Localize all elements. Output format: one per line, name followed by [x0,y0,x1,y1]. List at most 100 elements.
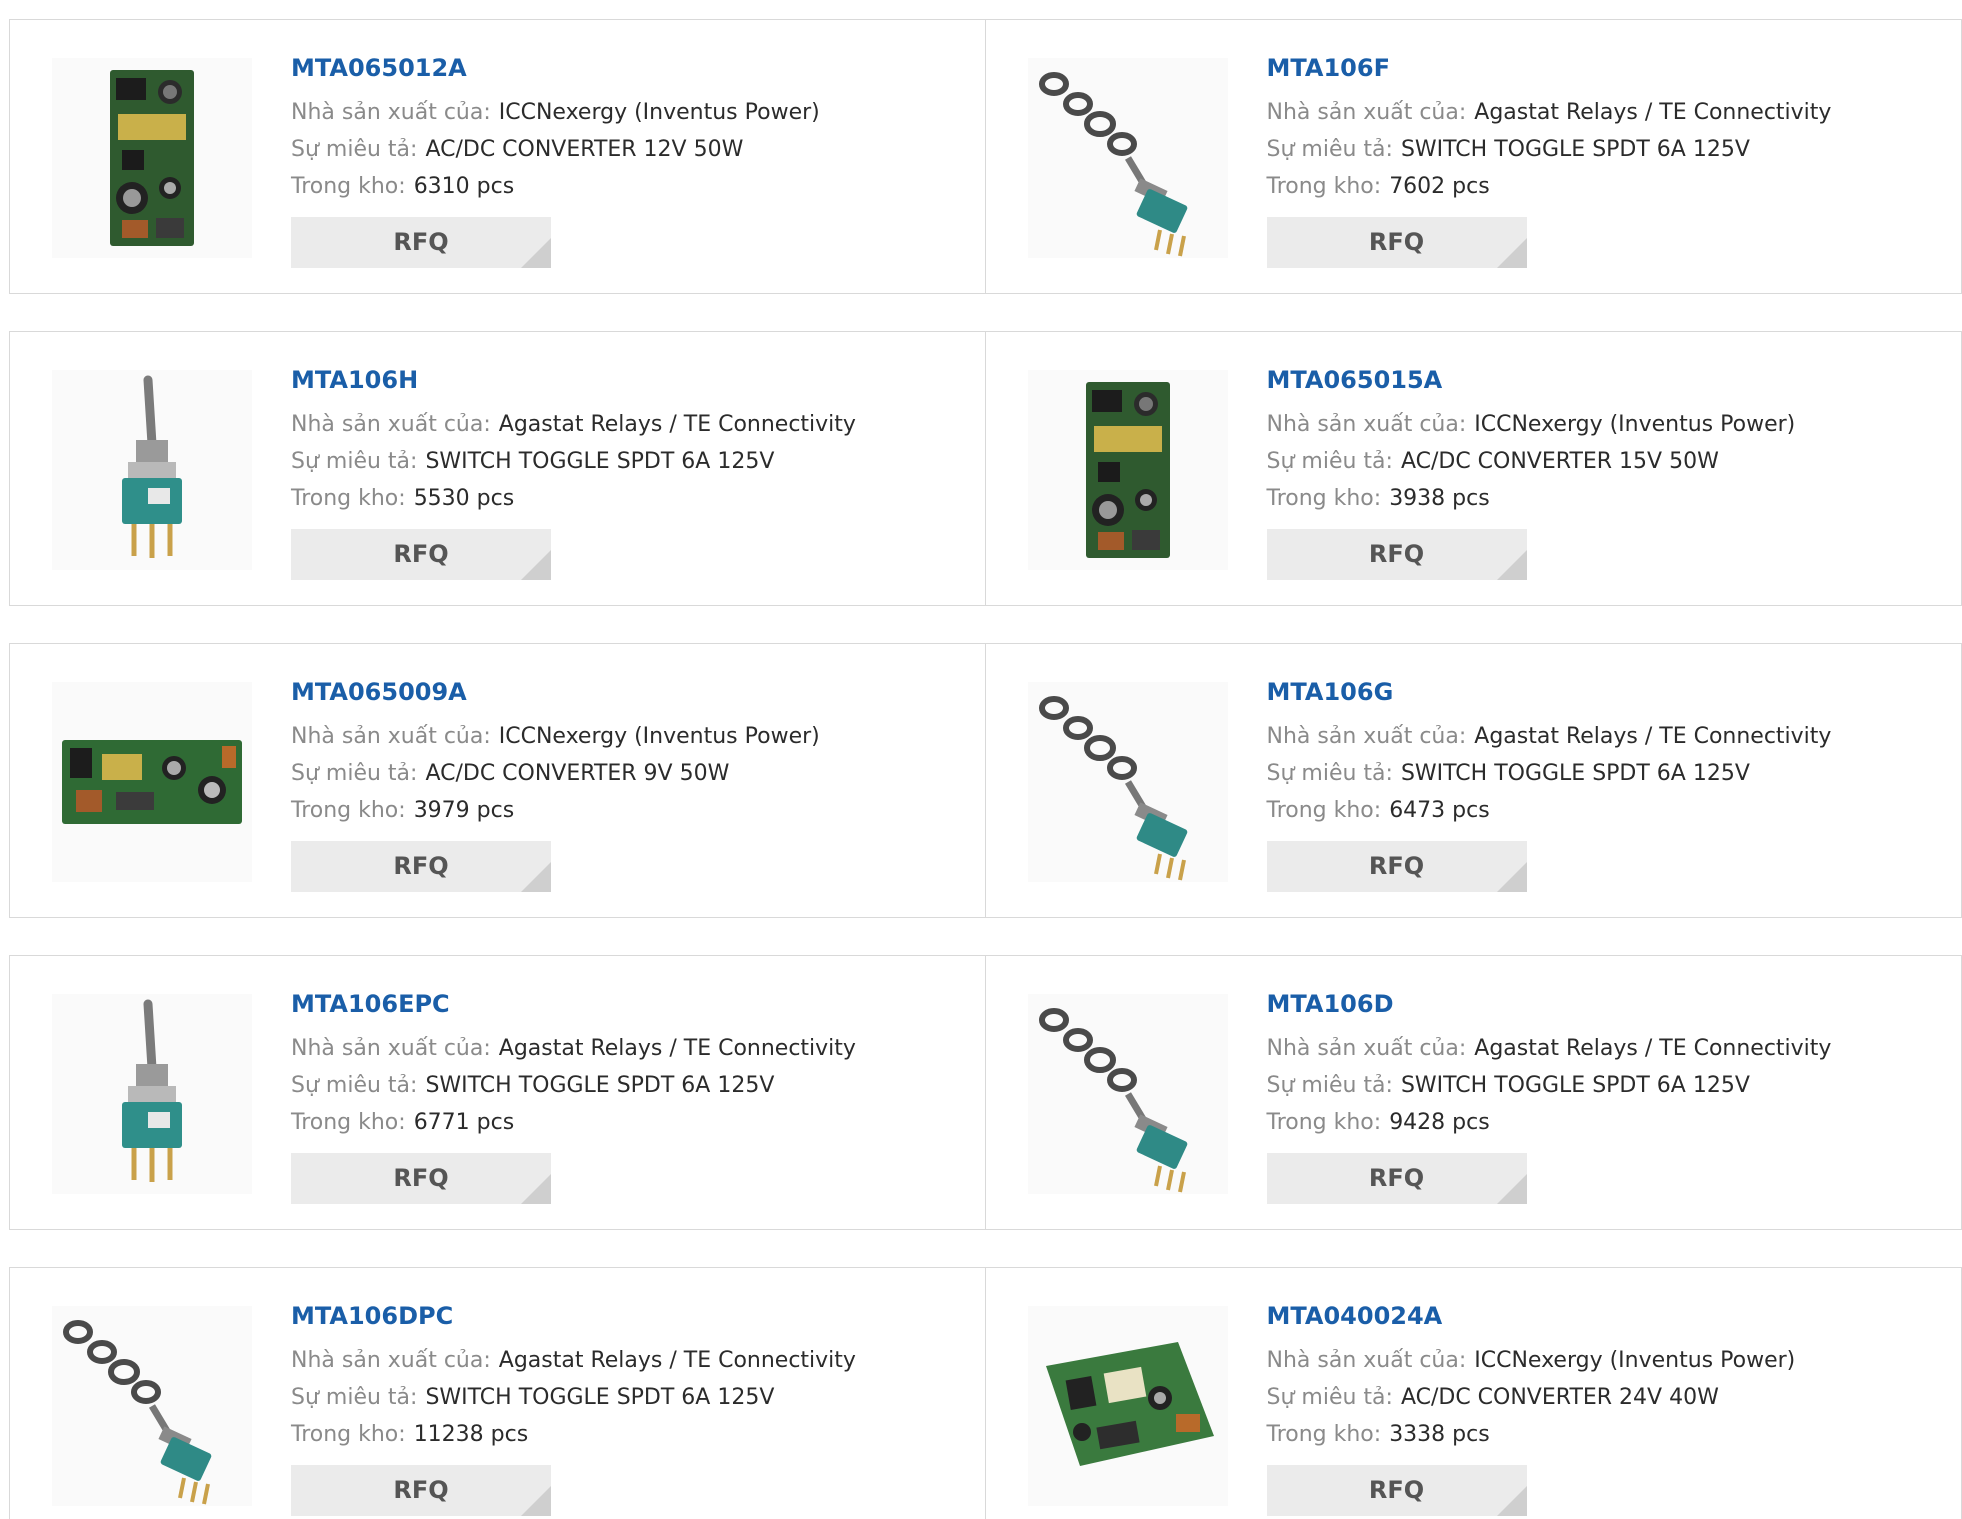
product-info: MTA106EPC Nhà sản xuất của: Agastat Relay… [291,986,856,1204]
corner-fold-decoration [521,1486,551,1516]
product-part-number-link[interactable]: MTA106G [1267,674,1832,710]
product-card: MTA065015A Nhà sản xuất của: ICCNexergy (… [985,331,1962,606]
description-line: Sự miêu tả: AC/DC CONVERTER 15V 50W [1267,443,1796,480]
description-line: Sự miêu tả: AC/DC CONVERTER 12V 50W [291,131,820,168]
corner-fold-decoration [521,550,551,580]
product-image[interactable] [1027,1306,1228,1506]
rfq-button[interactable]: RFQ [1266,529,1527,580]
rfq-button[interactable]: RFQ [1266,841,1527,892]
product-row: MTA106DPC Nhà sản xuất của: Agastat Relay… [9,1267,1962,1519]
rfq-button[interactable]: RFQ [291,1465,551,1516]
corner-fold-decoration [1496,1174,1527,1204]
stock-label: Trong kho: [1266,1422,1382,1447]
description-label: Sự miêu tả: [291,761,418,786]
manufacturer-line: Nhà sản xuất của: ICCNexergy (Inventus Po… [291,94,820,131]
rfq-button[interactable]: RFQ [291,529,551,580]
product-part-number-link[interactable]: MTA065009A [291,674,820,710]
rfq-button-label: RFQ [393,1164,449,1192]
stock-label: Trong kho: [291,174,406,199]
product-row: MTA106H Nhà sản xuất của: Agastat Relays … [9,331,1962,606]
description-label: Sự miêu tả: [1266,761,1393,786]
manufacturer-value: ICCNexergy (Inventus Power) [498,100,820,125]
description-line: Sự miêu tả: AC/DC CONVERTER 9V 50W [291,755,820,792]
product-image[interactable] [1027,682,1228,882]
product-info: MTA106H Nhà sản xuất của: Agastat Relays … [291,362,856,580]
product-part-number-link[interactable]: MTA106EPC [291,986,856,1022]
manufacturer-line: Nhà sản xuất của: Agastat Relays / TE Con… [1267,1030,1832,1067]
product-image[interactable] [52,994,252,1194]
description-label: Sự miêu tả: [1266,137,1393,162]
product-part-number-link[interactable]: MTA106D [1267,986,1832,1022]
description-value: AC/DC CONVERTER 12V 50W [425,137,744,162]
rfq-button-label: RFQ [1368,1164,1425,1192]
product-card: MTA106F Nhà sản xuất của: Agastat Relays … [985,19,1962,294]
manufacturer-line: Nhà sản xuất của: Agastat Relays / TE Con… [291,1342,856,1379]
manufacturer-label: Nhà sản xuất của: [291,1036,491,1061]
rfq-button[interactable]: RFQ [1266,217,1527,268]
manufacturer-label: Nhà sản xuất của: [291,412,491,437]
stock-value: 9428 pcs [1389,1110,1490,1135]
rfq-button[interactable]: RFQ [291,217,551,268]
product-info: MTA065015A Nhà sản xuất của: ICCNexergy (… [1266,362,1796,580]
stock-value: 11238 pcs [413,1422,529,1447]
corner-fold-decoration [1496,238,1527,268]
product-info: MTA040024A Nhà sản xuất của: ICCNexergy (… [1266,1298,1796,1516]
rfq-button-label: RFQ [393,1476,449,1504]
manufacturer-line: Nhà sản xuất của: ICCNexergy (Inventus Po… [1267,406,1796,443]
description-value: AC/DC CONVERTER 15V 50W [1400,449,1719,474]
manufacturer-label: Nhà sản xuất của: [1266,412,1467,437]
stock-line: Trong kho: 3979 pcs [291,792,820,829]
product-part-number-link[interactable]: MTA065012A [291,50,820,86]
manufacturer-value: ICCNexergy (Inventus Power) [1474,1348,1796,1373]
rfq-button-label: RFQ [393,228,449,256]
manufacturer-value: Agastat Relays / TE Connectivity [498,412,856,437]
product-image[interactable] [1027,994,1228,1194]
manufacturer-value: Agastat Relays / TE Connectivity [1474,724,1832,749]
corner-fold-decoration [521,1174,551,1204]
manufacturer-label: Nhà sản xuất của: [1266,724,1467,749]
product-part-number-link[interactable]: MTA065015A [1267,362,1796,398]
product-image[interactable] [52,1306,252,1506]
manufacturer-line: Nhà sản xuất của: Agastat Relays / TE Con… [291,1030,856,1067]
description-label: Sự miêu tả: [291,1073,418,1098]
stock-line: Trong kho: 3338 pcs [1267,1416,1796,1453]
stock-label: Trong kho: [291,1110,406,1135]
description-line: Sự miêu tả: AC/DC CONVERTER 24V 40W [1267,1379,1796,1416]
description-line: Sự miêu tả: SWITCH TOGGLE SPDT 6A 125V [1267,755,1832,792]
corner-fold-decoration [521,238,551,268]
description-value: SWITCH TOGGLE SPDT 6A 125V [1400,761,1750,786]
stock-line: Trong kho: 5530 pcs [291,480,856,517]
product-grid: MTA065012A Nhà sản xuất của: ICCNexergy (… [9,19,1962,1519]
rfq-button-label: RFQ [1368,228,1425,256]
rfq-button[interactable]: RFQ [1266,1465,1527,1516]
product-card: MTA106G Nhà sản xuất của: Agastat Relays … [985,643,1962,918]
rfq-button[interactable]: RFQ [1266,1153,1527,1204]
description-label: Sự miêu tả: [291,137,418,162]
stock-value: 3938 pcs [1389,486,1490,511]
stock-value: 6771 pcs [413,1110,515,1135]
rfq-button[interactable]: RFQ [291,841,551,892]
stock-value: 5530 pcs [413,486,515,511]
stock-label: Trong kho: [1266,486,1382,511]
stock-value: 3338 pcs [1389,1422,1490,1447]
description-value: SWITCH TOGGLE SPDT 6A 125V [1400,1073,1750,1098]
stock-line: Trong kho: 6473 pcs [1267,792,1832,829]
rfq-button[interactable]: RFQ [291,1153,551,1204]
product-image[interactable] [1027,58,1228,258]
description-line: Sự miêu tả: SWITCH TOGGLE SPDT 6A 125V [291,1067,856,1104]
product-part-number-link[interactable]: MTA040024A [1267,1298,1796,1334]
product-part-number-link[interactable]: MTA106F [1267,50,1832,86]
product-image[interactable] [52,370,252,570]
product-card: MTA040024A Nhà sản xuất của: ICCNexergy (… [985,1267,1962,1519]
product-part-number-link[interactable]: MTA106DPC [291,1298,856,1334]
product-info: MTA065009A Nhà sản xuất của: ICCNexergy (… [291,674,820,892]
product-card: MTA106H Nhà sản xuất của: Agastat Relays … [9,331,986,606]
rfq-button-label: RFQ [1368,540,1425,568]
stock-label: Trong kho: [1266,1110,1382,1135]
product-image[interactable] [1027,370,1228,570]
product-info: MTA106D Nhà sản xuất của: Agastat Relays … [1266,986,1832,1204]
description-label: Sự miêu tả: [291,1385,418,1410]
product-image[interactable] [52,682,252,882]
product-part-number-link[interactable]: MTA106H [291,362,856,398]
product-image[interactable] [52,58,252,258]
